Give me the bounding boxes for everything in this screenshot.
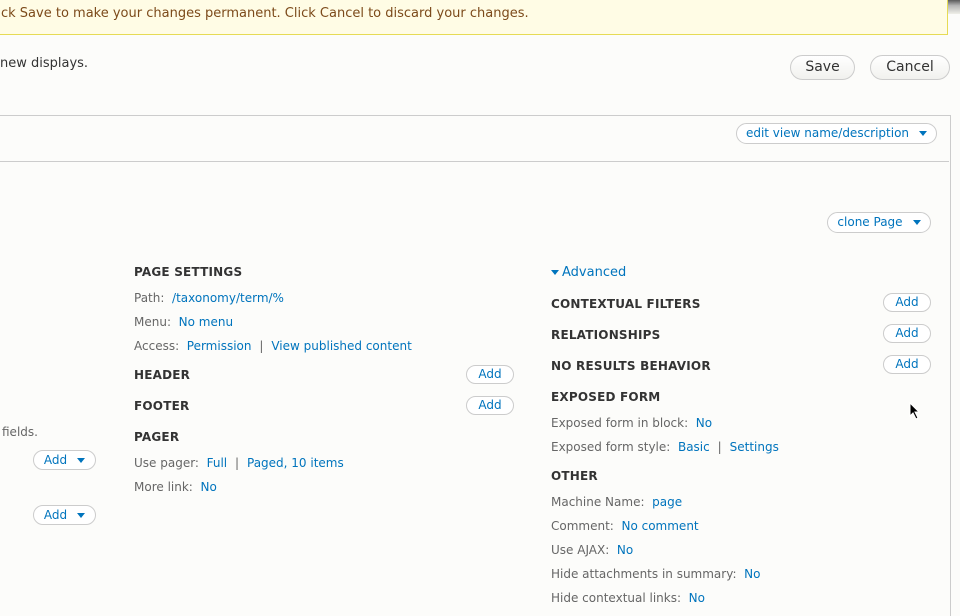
exposed-style-row: Exposed form style: Basic | Settings — [551, 440, 779, 454]
use-pager-row: Use pager: Full | Paged, 10 items — [134, 456, 344, 470]
pager-heading: PAGER — [134, 430, 180, 444]
clone-label: clone Page — [837, 215, 903, 229]
access-settings-link[interactable]: View published content — [271, 339, 411, 353]
chevron-down-icon — [912, 220, 921, 225]
comment-row: Comment: No comment — [551, 519, 699, 533]
fields-text: fields. — [2, 425, 38, 439]
edit-view-name-button[interactable]: edit view name/description — [736, 123, 937, 144]
hide-attachments-label: Hide attachments in summary: — [551, 567, 737, 581]
add-relationship-button[interactable]: Add — [883, 324, 931, 343]
add-label: Add — [43, 453, 68, 467]
hide-contextual-links-label: Hide contextual links: — [551, 591, 682, 605]
advanced-link[interactable]: Advanced — [562, 265, 626, 280]
add-no-results-button[interactable]: Add — [883, 355, 931, 374]
exposed-style-link[interactable]: Basic — [678, 440, 710, 454]
triangle-down-icon — [551, 270, 559, 275]
more-link-row: More link: No — [134, 480, 217, 494]
add-contextual-filter-button[interactable]: Add — [883, 293, 931, 312]
pager-type-link[interactable]: Full — [207, 456, 228, 470]
page-settings-heading: PAGE SETTINGS — [134, 265, 243, 279]
exposed-form-heading: EXPOSED FORM — [551, 390, 661, 404]
use-ajax-link[interactable]: No — [617, 543, 633, 557]
machine-name-link[interactable]: page — [652, 495, 682, 509]
cancel-button[interactable]: Cancel — [870, 55, 950, 80]
menu-label: Menu: — [134, 315, 171, 329]
exposed-block-row: Exposed form in block: No — [551, 416, 712, 430]
exposed-style-label: Exposed form style: — [551, 440, 671, 454]
chevron-down-icon — [919, 131, 928, 136]
pager-options-link[interactable]: Paged, 10 items — [247, 456, 344, 470]
comment-link[interactable]: No comment — [621, 519, 698, 533]
machine-name-row: Machine Name: page — [551, 495, 682, 509]
add-field-button[interactable]: Add — [33, 450, 96, 470]
exposed-settings-link[interactable]: Settings — [730, 440, 779, 454]
relationships-heading: RELATIONSHIPS — [551, 328, 661, 342]
warning-text: ck Save to make your changes permanent. … — [1, 6, 529, 21]
mouse-cursor-icon — [909, 402, 921, 420]
path-link[interactable]: /taxonomy/term/% — [172, 291, 284, 305]
unsaved-changes-warning: ck Save to make your changes permanent. … — [0, 0, 948, 35]
use-ajax-label: Use AJAX: — [551, 543, 610, 557]
hide-attachments-link[interactable]: No — [744, 567, 760, 581]
header-heading: HEADER — [134, 368, 191, 382]
access-permission-link[interactable]: Permission — [187, 339, 252, 353]
access-label: Access: — [134, 339, 180, 353]
contextual-filters-heading: CONTEXTUAL FILTERS — [551, 297, 701, 311]
add-sort-button[interactable]: Add — [33, 505, 96, 525]
exposed-block-label: Exposed form in block: — [551, 416, 689, 430]
clone-page-button[interactable]: clone Page — [827, 212, 931, 233]
use-ajax-row: Use AJAX: No — [551, 543, 633, 557]
other-heading: OTHER — [551, 469, 598, 483]
footer-heading: FOOTER — [134, 399, 190, 413]
path-label: Path: — [134, 291, 165, 305]
menu-row: Menu: No menu — [134, 315, 233, 329]
chevron-down-icon — [77, 458, 86, 463]
comment-label: Comment: — [551, 519, 614, 533]
use-pager-label: Use pager: — [134, 456, 199, 470]
machine-name-label: Machine Name: — [551, 495, 645, 509]
hide-contextual-links-row: Hide contextual links: No — [551, 591, 705, 605]
save-button[interactable]: Save — [790, 55, 855, 80]
chevron-down-icon — [77, 513, 86, 518]
hide-contextual-links-link[interactable]: No — [689, 591, 705, 605]
divider — [0, 161, 949, 162]
access-row: Access: Permission | View published conte… — [134, 339, 412, 353]
path-row: Path: /taxonomy/term/% — [134, 291, 284, 305]
exposed-block-link[interactable]: No — [696, 416, 712, 430]
more-link-value[interactable]: No — [200, 480, 216, 494]
more-link-label: More link: — [134, 480, 193, 494]
edit-view-label: edit view name/description — [745, 126, 910, 140]
add-label: Add — [43, 508, 68, 522]
menu-link[interactable]: No menu — [179, 315, 233, 329]
hide-attachments-row: Hide attachments in summary: No — [551, 567, 760, 581]
no-results-heading: NO RESULTS BEHAVIOR — [551, 359, 711, 373]
advanced-toggle[interactable]: Advanced — [551, 265, 626, 280]
intro-text: new displays. — [0, 56, 89, 71]
add-footer-button[interactable]: Add — [466, 396, 514, 415]
add-header-button[interactable]: Add — [466, 365, 514, 384]
